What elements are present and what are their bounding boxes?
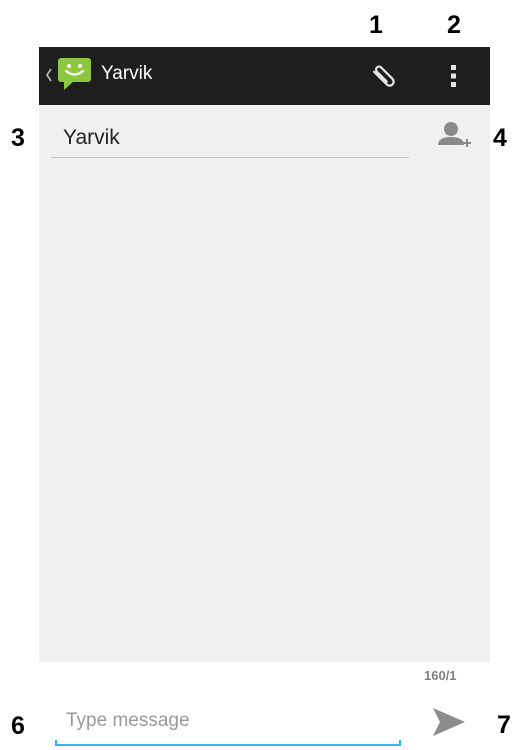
message-placeholder: Type message — [66, 710, 190, 731]
callout-1: 1 — [369, 11, 383, 39]
callout-3: 3 — [11, 124, 25, 152]
input-underline-right-tick — [399, 740, 401, 746]
callout-2: 2 — [447, 11, 461, 39]
screenshot-page: 1 2 3 4 5 6 7 Yarvik — [0, 0, 516, 750]
character-counter: 160/1 — [424, 668, 457, 683]
conversation-area[interactable] — [39, 165, 490, 662]
callout-4: 4 — [493, 124, 507, 152]
attach-button[interactable] — [361, 53, 407, 99]
messaging-app-icon[interactable] — [56, 56, 95, 92]
recipient-field[interactable]: Yarvik — [51, 113, 409, 158]
recipient-value: Yarvik — [63, 126, 120, 149]
callout-6: 6 — [11, 712, 25, 740]
conversation-title[interactable]: Yarvik — [101, 63, 152, 85]
input-underline-left-tick — [55, 740, 57, 746]
phone-screen: Yarvik Yarvik — [39, 47, 490, 662]
overflow-menu-button[interactable] — [439, 53, 473, 99]
action-bar: Yarvik — [39, 47, 490, 105]
add-contact-button[interactable] — [431, 113, 477, 159]
message-input[interactable]: Type message — [55, 700, 401, 746]
callout-7: 7 — [497, 711, 511, 739]
input-underline — [55, 744, 401, 746]
send-button[interactable] — [426, 700, 470, 744]
chevron-left-icon[interactable] — [45, 67, 53, 83]
